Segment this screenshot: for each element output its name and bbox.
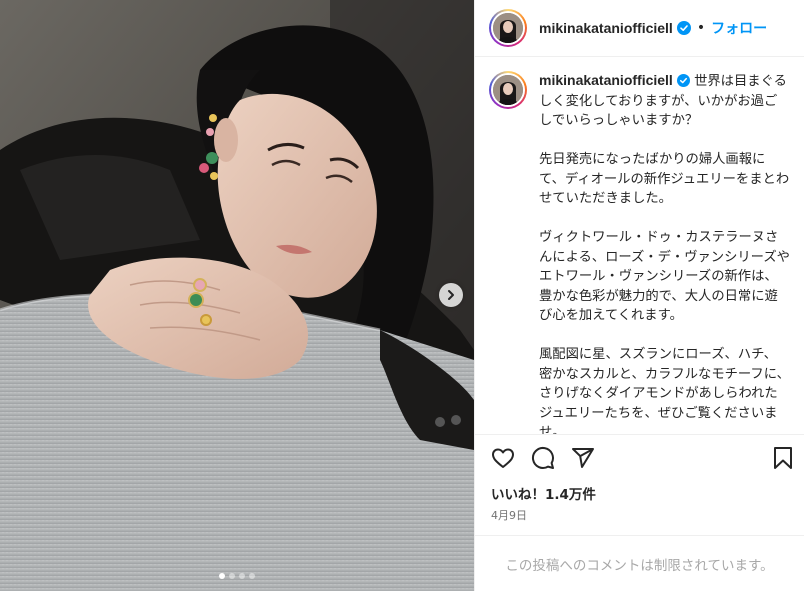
carousel-dot <box>219 573 225 579</box>
header-username[interactable]: mikinakataniofficiell <box>539 20 673 36</box>
heart-icon <box>492 448 514 468</box>
post-header: mikinakataniofficiell • フォロー <box>475 0 804 57</box>
action-bar <box>475 434 804 480</box>
comment-button[interactable] <box>531 438 571 478</box>
post-date[interactable]: 4月9日 <box>475 503 804 535</box>
caption: mikinakataniofficiell 世界は目まぐるしく変化しておりますが… <box>539 71 790 434</box>
avatar[interactable] <box>489 9 527 47</box>
save-button[interactable] <box>754 438 794 478</box>
carousel-dot <box>239 573 245 579</box>
header-separator: • <box>696 20 706 36</box>
profile-photo <box>493 13 523 43</box>
share-icon <box>572 447 594 468</box>
carousel-next-button[interactable] <box>439 283 463 307</box>
share-button[interactable] <box>571 438 611 478</box>
verified-badge-icon <box>676 21 691 35</box>
caption-area: mikinakataniofficiell 世界は目まぐるしく変化しておりますが… <box>475 57 804 434</box>
caption-body: 世界は目まぐるしく変化しておりますが、いかがお過ごしでいらっしゃいますか？ 先日… <box>539 74 790 434</box>
carousel-dot <box>249 573 255 579</box>
comments-restricted-notice: この投稿へのコメントは制限されています。 <box>475 535 804 591</box>
comment-icon <box>531 446 554 469</box>
caption-username[interactable]: mikinakataniofficiell <box>539 72 673 88</box>
like-button[interactable] <box>491 438 531 478</box>
chevron-right-icon <box>448 290 454 300</box>
follow-button[interactable]: フォロー <box>711 18 767 38</box>
instagram-post: mikinakataniofficiell • フォロー mikinakatan… <box>0 0 804 591</box>
carousel-indicator <box>0 573 474 579</box>
post-side-panel: mikinakataniofficiell • フォロー mikinakatan… <box>474 0 804 591</box>
verified-badge-icon <box>676 74 690 87</box>
profile-photo <box>493 75 523 105</box>
post-photo[interactable] <box>0 0 474 591</box>
bookmark-icon <box>774 446 792 469</box>
carousel-dot <box>229 573 235 579</box>
like-count[interactable]: いいね！1.4万件 <box>475 480 804 503</box>
portrait-image <box>0 0 474 591</box>
avatar[interactable] <box>489 71 527 109</box>
